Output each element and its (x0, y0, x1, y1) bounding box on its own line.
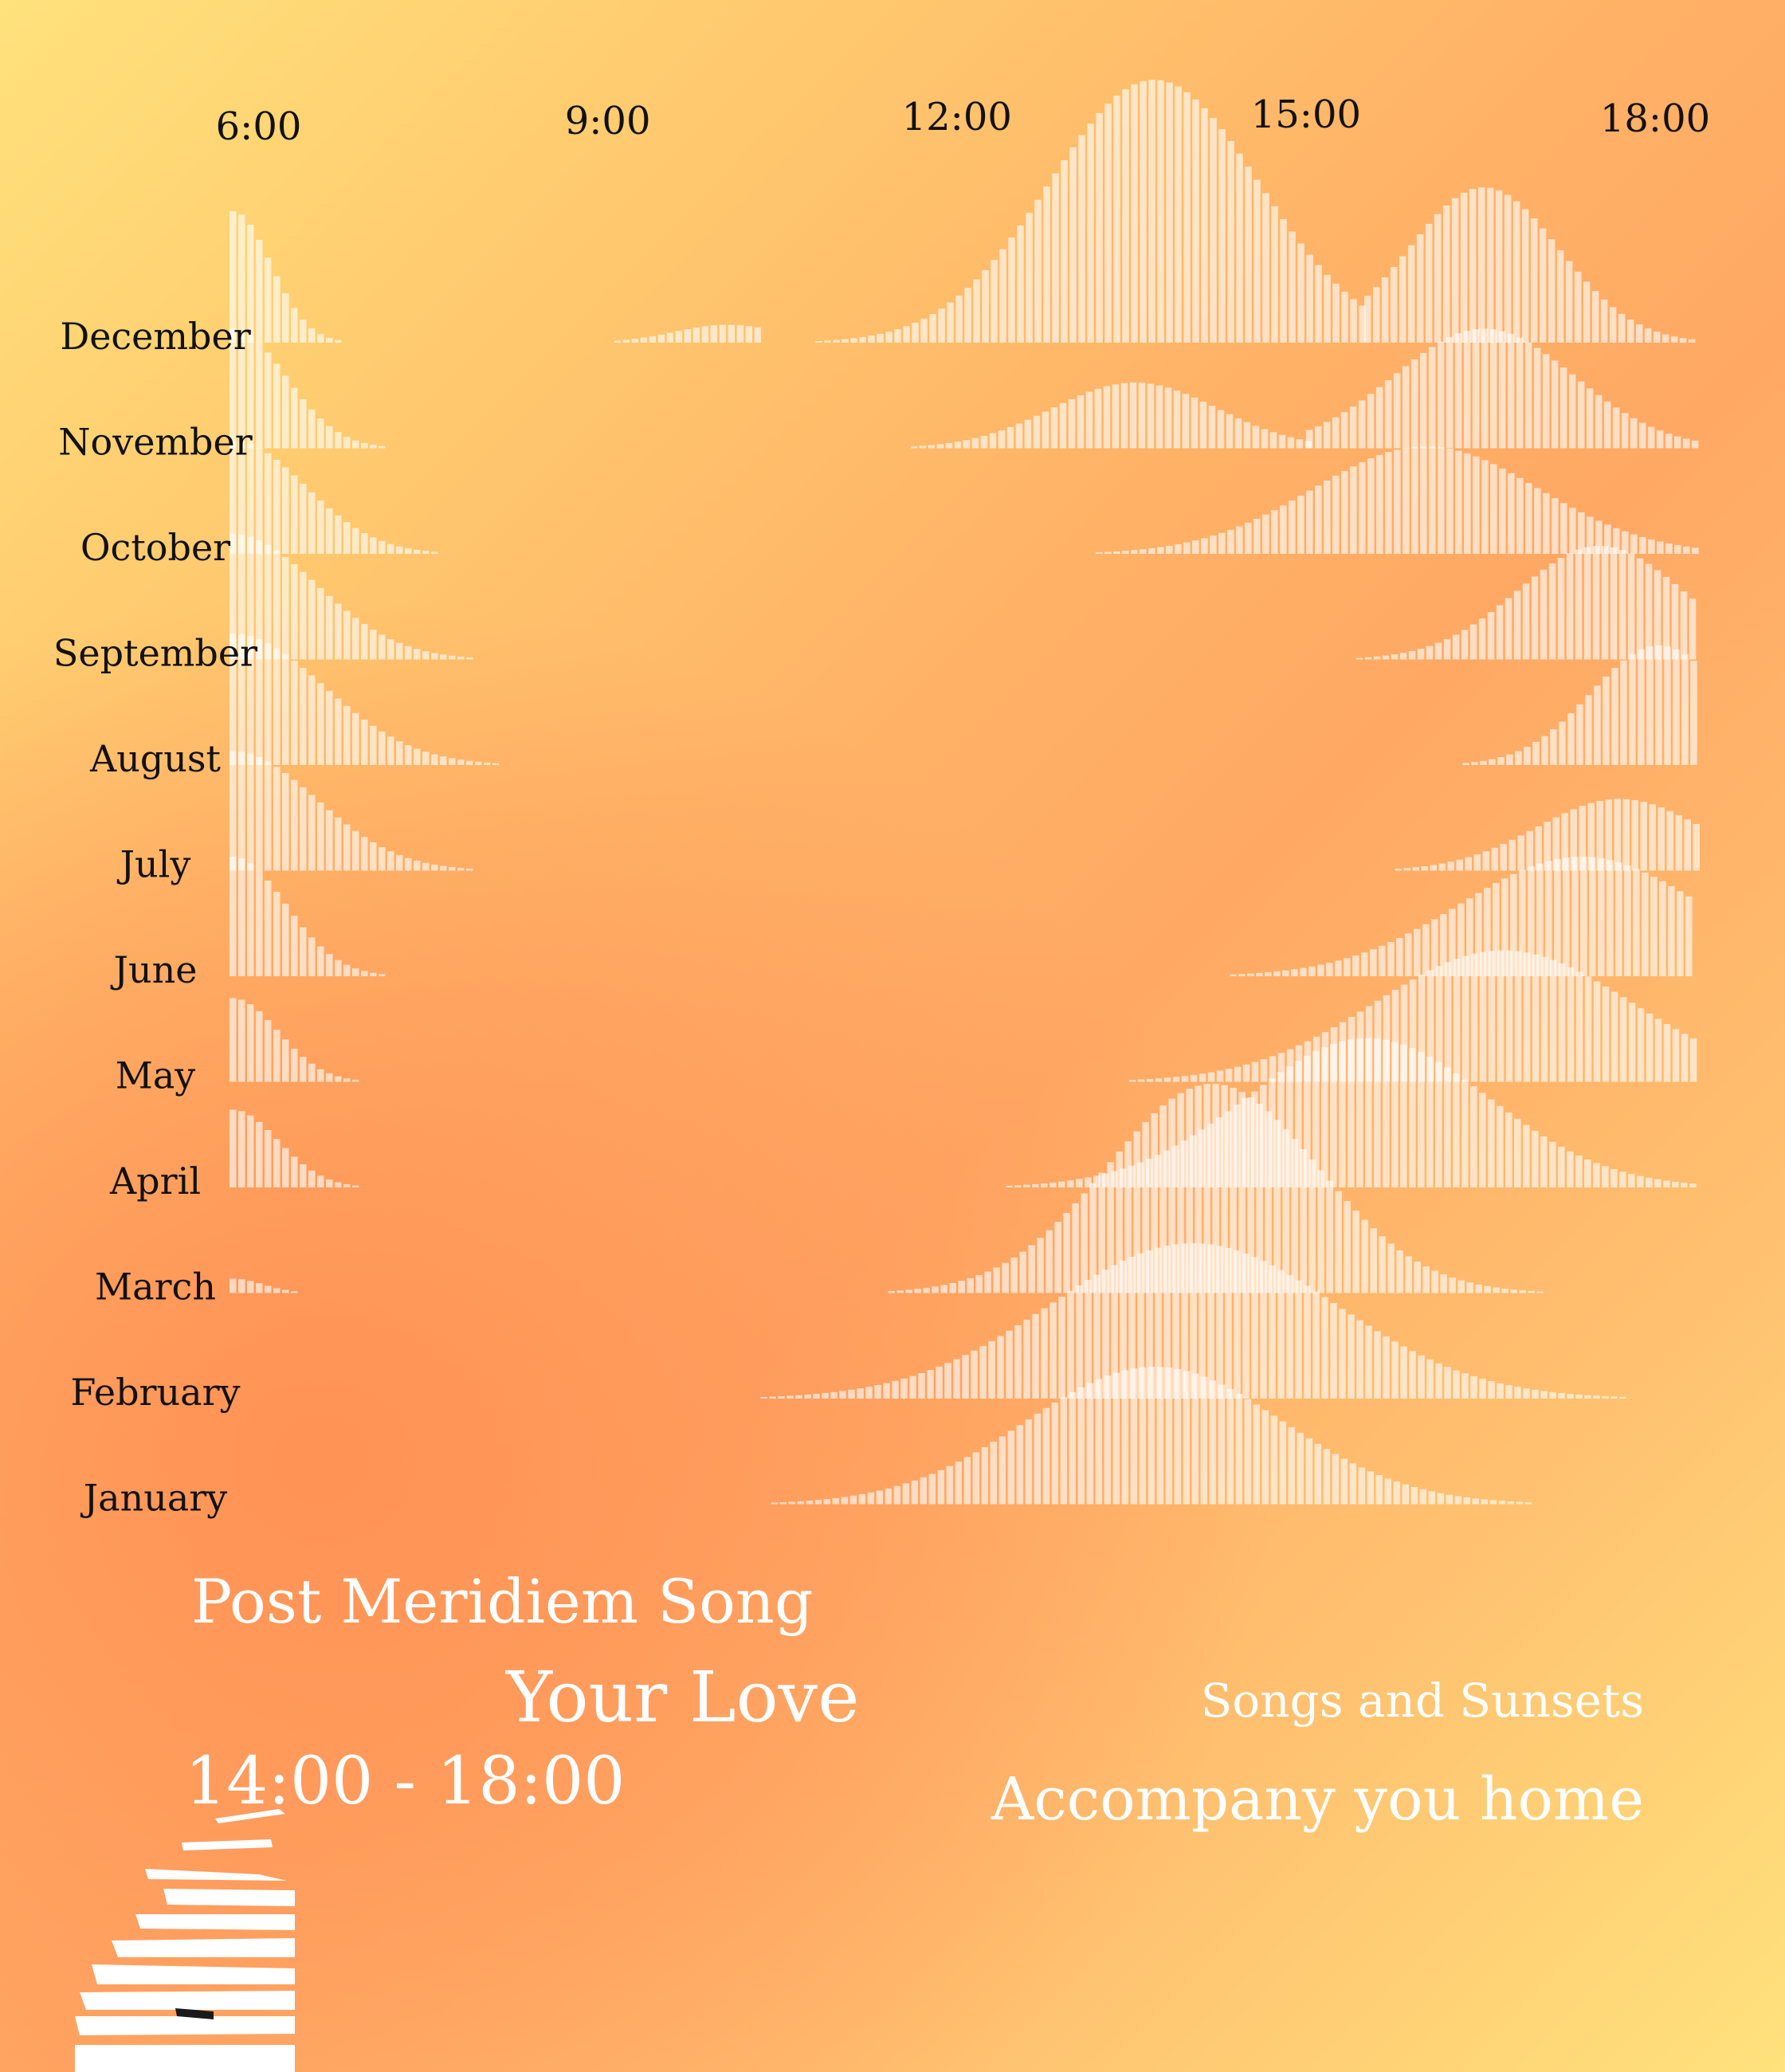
poster: { "chart_data": { "type": "area", "x_tic… (0, 0, 1785, 2072)
piano-keys-icon (75, 1809, 295, 2072)
